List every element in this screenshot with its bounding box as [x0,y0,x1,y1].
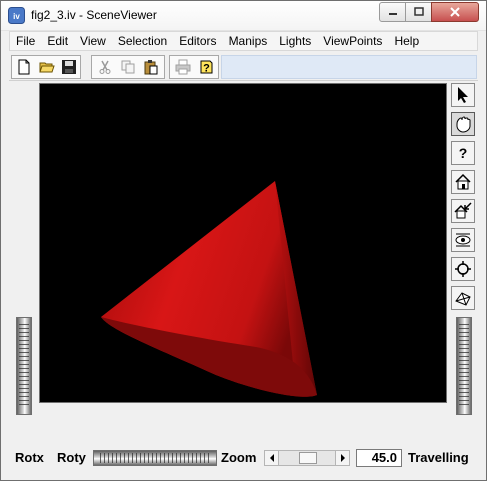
menu-view[interactable]: View [74,32,112,50]
title-bar[interactable]: iv fig2_3.iv - SceneViewer [1,1,486,31]
seek-icon [455,261,471,277]
zoom-increase-button[interactable] [335,451,349,465]
copy-icon [121,60,135,74]
toolbar-spacer [221,55,477,79]
help-button[interactable]: ? [195,57,217,77]
set-home-button[interactable] [451,199,475,223]
question-icon: ? [459,145,468,161]
open-button[interactable] [36,57,58,77]
zoom-value-field[interactable]: 45.0 [356,449,402,467]
pick-arrow-icon [458,87,468,103]
home-button[interactable] [451,170,475,194]
view-mode-button[interactable] [451,112,475,136]
view-hand-icon [456,116,471,133]
svg-text:iv: iv [13,12,20,21]
new-file-icon [18,59,30,75]
cut-icon [99,60,111,74]
file-tool-group [11,55,81,79]
save-icon [62,60,76,74]
menu-file[interactable]: File [10,32,41,50]
help-viewer-button[interactable]: ? [451,141,475,165]
close-icon [450,7,460,17]
window-title: fig2_3.iv - SceneViewer [31,8,157,22]
new-button[interactable] [13,57,35,77]
right-control-panel: ? [448,83,478,443]
menu-lights[interactable]: Lights [273,32,317,50]
pick-mode-button[interactable] [451,83,475,107]
copy-button[interactable] [117,57,139,77]
menu-edit[interactable]: Edit [41,32,74,50]
menu-bar: File Edit View Selection Editors Manips … [9,31,478,51]
svg-text:?: ? [459,145,468,161]
view-all-button[interactable] [451,228,475,252]
projection-button[interactable] [451,286,475,310]
rotx-wheel[interactable] [16,317,32,415]
home-icon [455,173,471,190]
zoom-slider-thumb[interactable] [299,452,317,464]
roty-wheel[interactable] [93,450,217,466]
maximize-button[interactable] [405,2,432,22]
save-button[interactable] [58,57,80,77]
minimize-icon [388,13,397,15]
zoom-label: Zoom [221,450,257,465]
projection-icon [455,292,471,306]
menu-editors[interactable]: Editors [173,32,222,50]
close-button[interactable] [431,2,479,22]
cut-button[interactable] [94,57,116,77]
mode-label: Travelling [408,450,469,465]
edit-tool-group [91,55,165,79]
menu-help[interactable]: Help [388,32,425,50]
scene-viewer-window: iv fig2_3.iv - SceneViewer File Edit Vie… [0,0,487,481]
paste-button[interactable] [140,57,162,77]
zoom-slider[interactable] [264,450,350,466]
menu-manips[interactable]: Manips [223,32,274,50]
roty-label: Roty [57,450,86,465]
menu-selection[interactable]: Selection [112,32,173,50]
rotx-label: Rotx [15,450,44,465]
set-home-icon [454,202,472,219]
minimize-button[interactable] [379,2,406,22]
misc-tool-group: ? [169,55,219,79]
arrow-right-icon [340,454,345,462]
zoom-decrease-button[interactable] [265,451,279,465]
status-bar: Rotx Roty Zoom 45.0 Travelling [9,447,478,471]
maximize-icon [413,7,424,16]
toolbar: ? [9,53,478,81]
dolly-wheel[interactable] [456,317,472,415]
seek-button[interactable] [451,257,475,281]
viewer-frame [39,83,447,403]
iv-app-icon: iv [8,7,25,24]
3d-viewport[interactable] [41,85,445,401]
svg-text:?: ? [203,63,210,75]
print-button[interactable] [172,57,194,77]
menu-viewpoints[interactable]: ViewPoints [317,32,388,50]
cone-model [101,181,317,397]
arrow-left-icon [269,454,274,462]
help-icon: ? [200,60,213,75]
left-control-panel [9,83,39,443]
view-all-icon [455,233,471,247]
paste-icon [144,60,158,75]
print-icon [175,59,191,75]
open-folder-icon [39,62,55,73]
